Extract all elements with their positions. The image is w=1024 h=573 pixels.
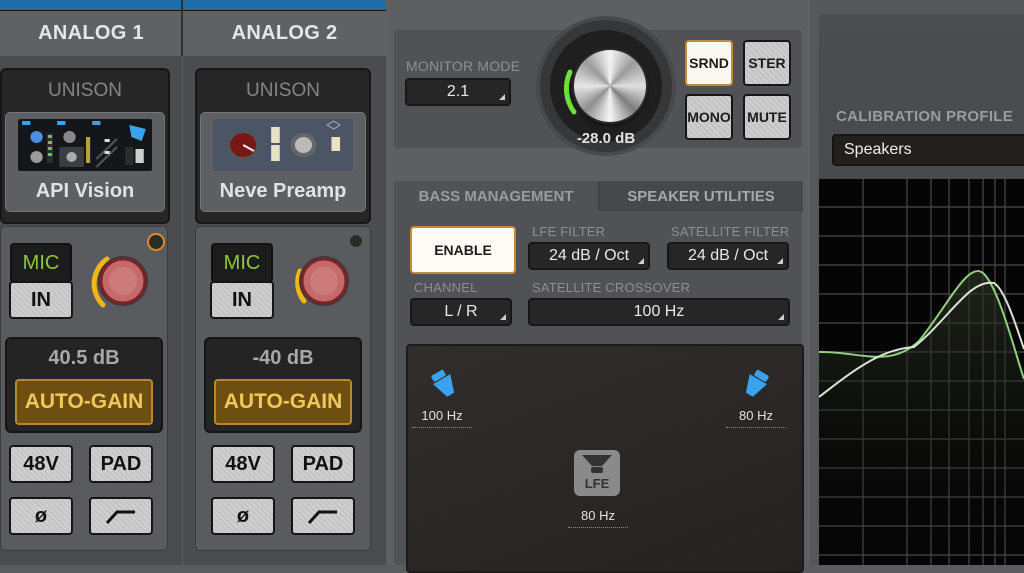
preamp-panel: MIC IN -40 dB AUTO-GAIN 48V PAD ø	[195, 226, 371, 551]
phantom-power-button[interactable]: 48V	[211, 445, 275, 483]
lfe-speaker-icon[interactable]: LFE	[574, 450, 620, 496]
channel-name[interactable]: ANALOG 2	[183, 11, 386, 56]
speaker-layout: 100 Hz 80 Hz LFE 80 Hz	[406, 344, 804, 573]
preamp-panel: MIC IN 40.5 dB AUTO-GAIN 48V PAD ø	[0, 226, 168, 551]
pad-button[interactable]: PAD	[291, 445, 355, 483]
satellite-crossover-label: SATELLITE CROSSOVER	[532, 280, 691, 295]
bass-management-section: BASS MANAGEMENT SPEAKER UTILITIES ENABLE…	[394, 181, 804, 573]
monitor-mode-label: MONITOR MODE	[406, 58, 521, 74]
gain-display: 40.5 dB AUTO-GAIN	[5, 337, 163, 433]
satellite-filter-label: SATELLITE FILTER	[671, 224, 790, 239]
monitor-mode-dropdown[interactable]: 2.1	[405, 78, 511, 106]
plugin-name: Neve Preamp	[219, 180, 347, 202]
input-select-button[interactable]: IN	[9, 281, 73, 319]
satellite-filter-dropdown[interactable]: 24 dB / Oct	[667, 242, 789, 270]
gain-display: -40 dB AUTO-GAIN	[204, 337, 362, 433]
mute-button[interactable]: MUTE	[743, 94, 791, 140]
auto-gain-button[interactable]: AUTO-GAIN	[214, 379, 352, 425]
channel-strip-analog-2: ANALOG 2 UNISON Neve Preamp MIC IN -40 d…	[183, 0, 386, 565]
monitor-level-arc	[563, 69, 577, 115]
left-speaker-icon[interactable]	[428, 366, 462, 400]
status-led	[350, 235, 362, 247]
calibration-panel: CALIBRATION PROFILE Speakers	[810, 0, 1024, 565]
plugin-card[interactable]: Neve Preamp	[200, 112, 366, 212]
low-cut-icon	[105, 510, 135, 525]
tab-speaker-utilities[interactable]: SPEAKER UTILITIES	[598, 181, 803, 211]
gain-value: 40.5 dB	[48, 347, 120, 369]
frequency-response-graph	[818, 179, 1024, 565]
low-cut-button[interactable]	[89, 497, 153, 535]
input-select-button[interactable]: IN	[210, 281, 274, 319]
plugin-name: API Vision	[35, 180, 135, 202]
monitor-panel: MONITOR MODE 2.1 -28.0 dB SRND STER MONO…	[386, 0, 810, 573]
monitor-level-value: -28.0 dB	[576, 130, 636, 147]
unison-label: UNISON	[48, 80, 122, 101]
monitor-level-knob[interactable]: -28.0 dB	[540, 20, 672, 152]
response-fill	[819, 271, 1024, 565]
channel-label: CHANNEL	[414, 280, 478, 295]
left-crossover-value[interactable]: 100 Hz	[412, 408, 472, 428]
lfe-crossover-value[interactable]: 80 Hz	[568, 508, 628, 528]
status-led	[147, 233, 165, 251]
pad-button[interactable]: PAD	[89, 445, 153, 483]
gain-knob[interactable]	[286, 247, 356, 317]
lfe-filter-label: LFE FILTER	[532, 224, 606, 239]
auto-gain-button[interactable]: AUTO-GAIN	[15, 379, 153, 425]
calibration-profile-label: CALIBRATION PROFILE	[836, 108, 1014, 125]
satellite-crossover-dropdown[interactable]: 100 Hz	[528, 298, 790, 326]
low-cut-icon	[307, 510, 337, 525]
channel-color-bar	[183, 0, 386, 11]
phase-button[interactable]: ø	[9, 497, 73, 535]
gain-knob[interactable]	[85, 247, 155, 317]
tab-bass-management[interactable]: BASS MANAGEMENT	[394, 181, 598, 211]
gain-value: -40 dB	[252, 347, 314, 369]
right-crossover-value[interactable]: 80 Hz	[726, 408, 786, 428]
srnd-button[interactable]: SRND	[685, 40, 733, 86]
phase-button[interactable]: ø	[211, 497, 275, 535]
ster-button[interactable]: STER	[743, 40, 791, 86]
channel-name[interactable]: ANALOG 1	[0, 11, 182, 56]
enable-button[interactable]: ENABLE	[410, 226, 516, 274]
monitor-section: MONITOR MODE 2.1 -28.0 dB SRND STER MONO…	[394, 20, 802, 152]
mono-button[interactable]: MONO	[685, 94, 733, 140]
input-type-label: MIC	[211, 243, 273, 283]
unison-label: UNISON	[246, 80, 320, 101]
chrome-knob-cap	[574, 50, 646, 122]
low-cut-button[interactable]	[291, 497, 355, 535]
unison-slot[interactable]: UNISON Neve Preamp	[195, 68, 371, 224]
channel-strip-analog-1: ANALOG 1 UNISON API Vision MIC IN 40.5 d…	[0, 0, 182, 565]
channel-dropdown[interactable]: L / R	[410, 298, 512, 326]
api-vision-thumbnail	[18, 119, 152, 171]
plugin-card[interactable]: API Vision	[5, 112, 165, 212]
calibration-profile-dropdown[interactable]: Speakers	[832, 134, 1024, 166]
lfe-icon-label: LFE	[584, 476, 610, 491]
neve-preamp-thumbnail	[213, 119, 353, 171]
lfe-filter-dropdown[interactable]: 24 dB / Oct	[528, 242, 650, 270]
input-type-label: MIC	[10, 243, 72, 283]
right-speaker-icon[interactable]	[738, 366, 772, 400]
unison-slot[interactable]: UNISON API Vision	[0, 68, 170, 224]
phantom-power-button[interactable]: 48V	[9, 445, 73, 483]
channel-color-bar	[0, 0, 182, 11]
